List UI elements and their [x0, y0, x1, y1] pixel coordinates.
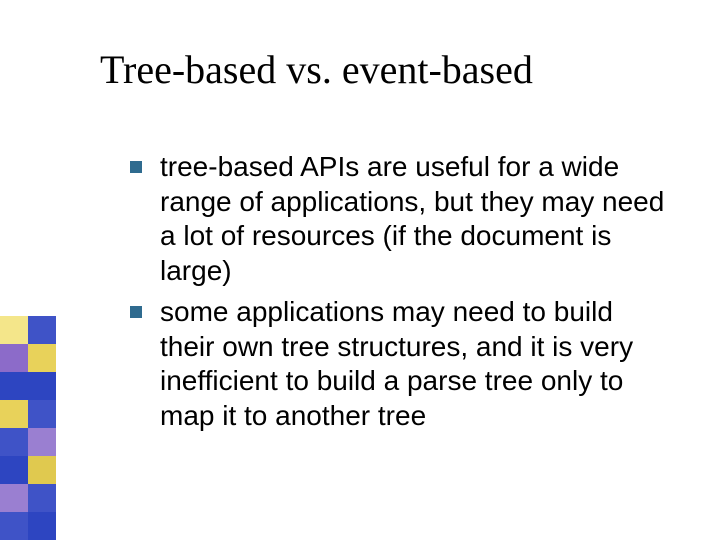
deco-square	[28, 428, 56, 456]
deco-square	[0, 484, 28, 512]
slide: Tree-based vs. event-based tree-based AP…	[0, 0, 720, 540]
deco-square	[28, 316, 56, 344]
deco-square	[0, 344, 28, 372]
deco-square	[28, 456, 56, 484]
deco-square	[0, 456, 28, 484]
list-item: tree-based APIs are useful for a wide ra…	[130, 150, 670, 289]
deco-square	[28, 344, 56, 372]
deco-square	[28, 372, 56, 400]
bullet-text: tree-based APIs are useful for a wide ra…	[160, 150, 670, 289]
deco-square	[0, 512, 28, 540]
list-item: some applications may need to build thei…	[130, 295, 670, 434]
deco-square	[28, 512, 56, 540]
decorative-sidebar	[0, 316, 56, 540]
deco-square	[0, 400, 28, 428]
deco-square	[28, 400, 56, 428]
slide-body: tree-based APIs are useful for a wide ra…	[130, 150, 670, 440]
square-bullet-icon	[130, 161, 142, 173]
bullet-text: some applications may need to build thei…	[160, 295, 670, 434]
deco-square	[0, 316, 28, 344]
deco-square	[0, 428, 28, 456]
square-bullet-icon	[130, 306, 142, 318]
slide-title: Tree-based vs. event-based	[100, 48, 533, 92]
deco-square	[0, 372, 28, 400]
deco-square	[28, 484, 56, 512]
